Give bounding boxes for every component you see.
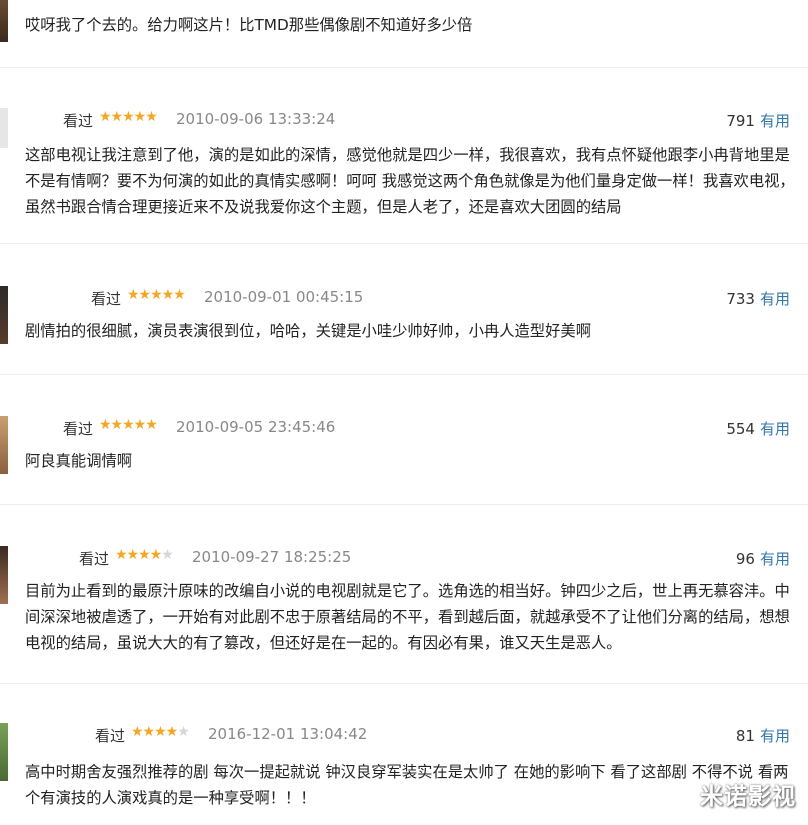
review-item: 看过 ★★★★★ 2010-09-06 13:33:24 791 有用 这部电视让… <box>0 108 808 218</box>
watermark: 米诺影视 <box>700 784 796 810</box>
divider <box>0 243 808 244</box>
review-content: 高中时期舍友强烈推荐的剧 每次一提起就说 钟汉良穿军装实在是太帅了 在她的影响下… <box>25 763 789 807</box>
review-content: 阿良真能调情啊 <box>25 452 133 470</box>
divider <box>0 374 808 375</box>
review-item: 看过 ★★★★★ 2010-09-01 00:45:15 733 有用 剧情拍的很… <box>0 286 808 346</box>
vote-count: 554 <box>726 420 755 438</box>
review-content: 目前为止看到的最原汁原味的改编自小说的电视剧就是它了。选角选的相当好。钟四少之后… <box>25 582 790 652</box>
review-content: 哎呀我了个去的。给力啊这片！比TMD那些偶像剧不知道好多少倍 <box>25 16 473 34</box>
star-empty-icon: ★ <box>177 724 190 740</box>
star-icon: ★★★★ <box>115 547 162 563</box>
watched-label: 看过 <box>63 112 94 130</box>
useful-button[interactable]: 有用 <box>760 550 790 568</box>
star-icon: ★★★★ <box>131 724 178 740</box>
review-content: 剧情拍的很细腻，演员表演很到位，哈哈，关键是小哇少帅好帅，小冉人造型好美啊 <box>25 322 591 340</box>
star-icon: ★★★★★ <box>99 417 158 433</box>
star-icon: ★★★★★ <box>99 109 158 125</box>
vote-area: 733 有用 <box>726 288 790 309</box>
review-time: 2016-12-01 13:04:42 <box>208 725 368 743</box>
review-item: 哎呀我了个去的。给力啊这片！比TMD那些偶像剧不知道好多少倍 <box>0 0 808 66</box>
review-meta: 看过 ★★★★★ 2010-09-06 13:33:24 791 有用 <box>0 108 808 132</box>
review-meta: 看过 ★★★★★ 2010-09-05 23:45:46 554 有用 <box>0 416 808 440</box>
useful-button[interactable]: 有用 <box>760 112 790 130</box>
divider <box>0 683 808 684</box>
review-item: 看过 ★★★★★ 2010-09-05 23:45:46 554 有用 阿良真能调… <box>0 416 808 476</box>
review-item: 看过 ★★★★★ 2016-12-01 13:04:42 81 有用 高中时期舍友… <box>0 723 808 813</box>
username[interactable] <box>22 288 62 304</box>
rating-stars: ★★★★★ <box>99 109 158 125</box>
vote-count: 733 <box>726 290 755 308</box>
watched-label: 看过 <box>63 420 94 438</box>
rating-stars: ★★★★★ <box>127 287 186 303</box>
review-meta: 看过 ★★★★★ 2010-09-27 18:25:25 96 有用 <box>0 546 808 570</box>
review-time: 2010-09-27 18:25:25 <box>192 548 352 566</box>
watched-label: 看过 <box>91 290 122 308</box>
username[interactable] <box>22 548 62 564</box>
review-content: 这部电视让我注意到了他，演的是如此的深情，感觉他就是四少一样，我很喜欢，我有点怀… <box>25 146 795 216</box>
watched-label: 看过 <box>79 550 110 568</box>
useful-button[interactable]: 有用 <box>760 727 790 745</box>
vote-count: 81 <box>735 727 755 745</box>
divider <box>0 67 808 68</box>
review-meta: 看过 ★★★★★ 2016-12-01 13:04:42 81 有用 <box>0 723 808 747</box>
divider <box>0 504 808 505</box>
review-item: 看过 ★★★★★ 2010-09-27 18:25:25 96 有用 目前为止看到… <box>0 546 808 658</box>
vote-area: 96 有用 <box>736 548 790 569</box>
avatar[interactable] <box>0 0 8 42</box>
vote-count: 96 <box>735 550 755 568</box>
vote-area: 81 有用 <box>736 725 790 746</box>
vote-area: 791 有用 <box>726 110 790 131</box>
star-icon: ★★★★★ <box>127 287 186 303</box>
vote-count: 791 <box>726 112 755 130</box>
rating-stars: ★★★★★ <box>99 417 158 433</box>
useful-button[interactable]: 有用 <box>760 290 790 308</box>
review-time: 2010-09-01 00:45:15 <box>204 288 364 306</box>
rating-stars: ★★★★★ <box>131 724 190 740</box>
vote-area: 554 有用 <box>726 418 790 439</box>
watched-label: 看过 <box>95 727 126 745</box>
review-time: 2010-09-05 23:45:46 <box>176 418 336 436</box>
username[interactable] <box>22 110 62 126</box>
username[interactable] <box>22 418 62 434</box>
username[interactable] <box>22 725 62 741</box>
useful-button[interactable]: 有用 <box>760 420 790 438</box>
star-empty-icon: ★ <box>161 547 174 563</box>
rating-stars: ★★★★★ <box>115 547 174 563</box>
review-time: 2010-09-06 13:33:24 <box>176 110 336 128</box>
review-meta: 看过 ★★★★★ 2010-09-01 00:45:15 733 有用 <box>0 286 808 310</box>
